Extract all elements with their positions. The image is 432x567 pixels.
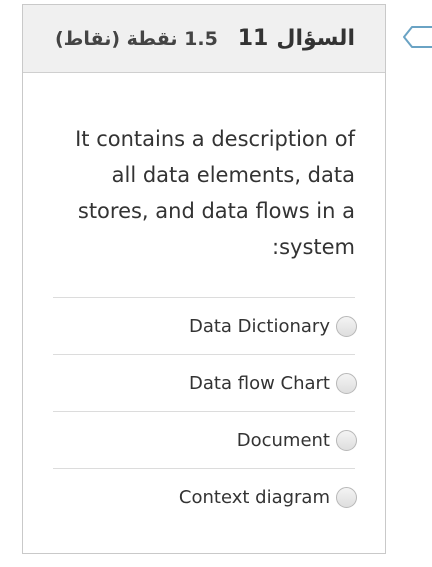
question-title: السؤال 11 <box>238 26 355 51</box>
radio-unselected-icon[interactable] <box>336 315 357 337</box>
answer-options: Data Dictionary Data flow Chart Document… <box>53 297 357 525</box>
flag-question-icon[interactable] <box>400 22 432 52</box>
answer-option-label: Data flow Chart <box>189 372 330 394</box>
radio-unselected-icon[interactable] <box>336 372 357 394</box>
radio-unselected-icon[interactable] <box>336 486 357 508</box>
answer-option-label: Data Dictionary <box>188 315 330 337</box>
answer-option[interactable]: Data flow Chart <box>53 354 357 411</box>
answer-option[interactable]: Document <box>53 411 357 468</box>
question-text: It contains a description of all data el… <box>75 127 355 259</box>
question-points: 1.5 نقطة (نقاط) <box>55 27 218 50</box>
answer-option-label: Context diagram <box>178 486 330 508</box>
answer-option[interactable]: Data Dictionary <box>53 297 357 354</box>
question-header: السؤال 11 1.5 نقطة (نقاط) <box>23 5 385 73</box>
answer-option-label: Document <box>236 429 330 451</box>
quiz-page: السؤال 11 1.5 نقطة (نقاط) It contains a … <box>0 0 432 567</box>
question-card: السؤال 11 1.5 نقطة (نقاط) It contains a … <box>22 4 386 554</box>
radio-unselected-icon[interactable] <box>336 429 357 451</box>
question-title-word: السؤال <box>276 26 355 51</box>
question-number: 11 <box>237 26 269 51</box>
answer-option[interactable]: Context diagram <box>53 468 357 525</box>
